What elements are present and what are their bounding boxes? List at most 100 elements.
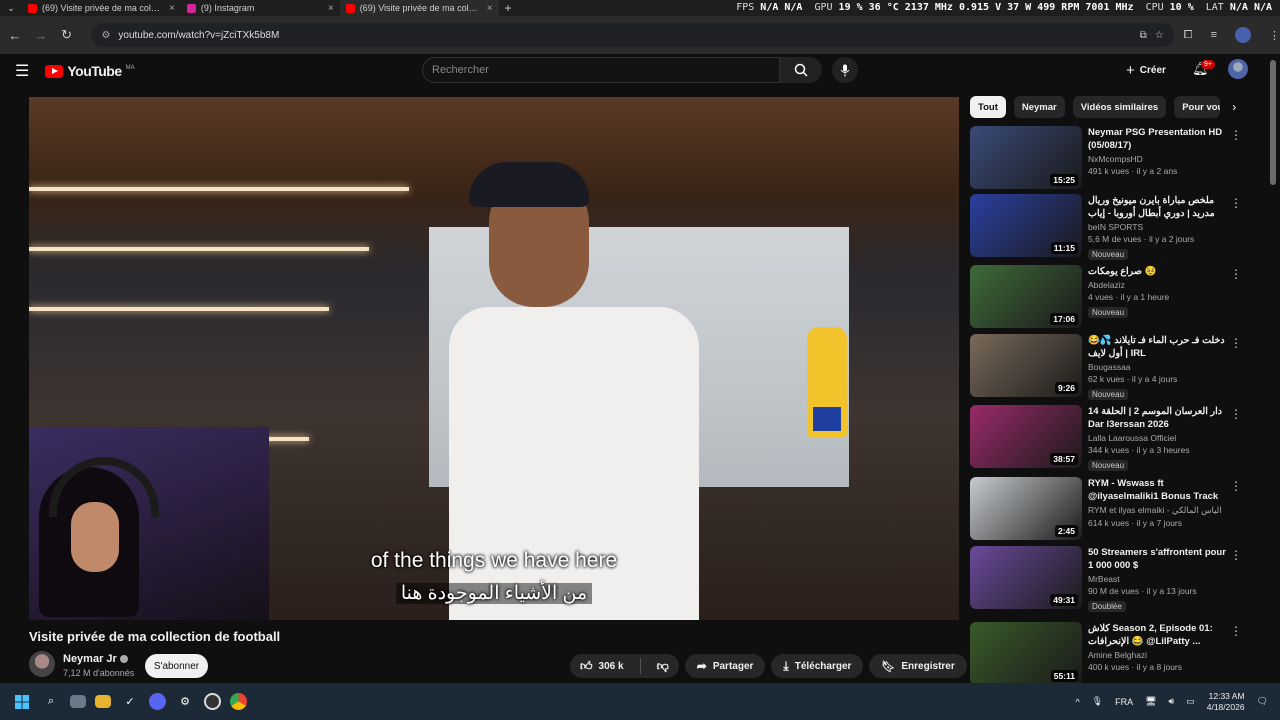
page-scrollbar[interactable] xyxy=(1270,60,1276,185)
recommendation-title[interactable]: ملخص مباراة بايرن ميونيخ وريال مدريد | د… xyxy=(1088,194,1228,220)
clock[interactable]: 12:33 AM 4/18/2026 xyxy=(1207,691,1245,713)
recommendation-channel[interactable]: Amine Belghazi xyxy=(1088,650,1228,660)
tab-list-button[interactable]: ⌄ xyxy=(0,3,22,14)
video-player[interactable]: of the things we have here من الأشياء ال… xyxy=(29,97,959,620)
recommendation-title[interactable]: 50 Streamers s'affrontent pour 1 000 000… xyxy=(1088,546,1228,572)
chevron-right-icon[interactable]: › xyxy=(1232,100,1236,114)
video-thumbnail[interactable]: 38:57 xyxy=(970,405,1082,468)
voice-search-button[interactable] xyxy=(832,57,858,83)
share-button[interactable]: ➦ Partager xyxy=(684,654,766,678)
share-arrow-icon: ➦ xyxy=(696,659,707,673)
channel-avatar[interactable] xyxy=(29,651,55,677)
obs-icon[interactable] xyxy=(204,693,221,710)
search-button[interactable] xyxy=(780,57,822,83)
video-thumbnail[interactable]: 11:15 xyxy=(970,194,1082,257)
more-vertical-icon[interactable]: ⋮ xyxy=(1230,267,1242,281)
video-thumbnail[interactable]: 17:06 xyxy=(970,265,1082,328)
chip-neymar[interactable]: Neymar xyxy=(1013,96,1065,118)
profile-avatar[interactable] xyxy=(1234,27,1251,43)
back-arrow-icon[interactable]: ← xyxy=(2,28,28,43)
subscribe-button[interactable]: S'abonner xyxy=(145,654,208,678)
recommendation-title[interactable]: دخلت فـ حرب الماء فـ تايلاند 💦😂 | أول لا… xyxy=(1088,334,1228,360)
extensions-icon[interactable]: ⧠ xyxy=(1184,29,1193,42)
task-view-icon[interactable] xyxy=(70,695,86,708)
search-input[interactable]: Rechercher xyxy=(422,57,780,83)
forward-arrow-icon[interactable]: → xyxy=(28,28,54,43)
battery-icon[interactable]: ▭ xyxy=(1186,696,1195,707)
browser-menu-icon[interactable]: ⋮ xyxy=(1269,29,1280,42)
recommendation-item[interactable]: 15:25 Neymar PSG Presentation HD (05/08/1… xyxy=(970,126,1245,190)
recommendation-channel[interactable]: Bougassaa xyxy=(1088,362,1228,372)
recommendation-channel[interactable]: MrBeast xyxy=(1088,574,1228,584)
save-button[interactable]: 🔖︎ Enregistrer xyxy=(869,654,967,678)
more-vertical-icon[interactable]: ⋮ xyxy=(1230,479,1242,493)
address-bar[interactable]: ⚙ youtube.com/watch?v=jZciTXk5b8M ⧉ ☆ xyxy=(91,23,1174,47)
recommendation-channel[interactable]: Lalla Laaroussa Officiel xyxy=(1088,433,1228,443)
recommendation-item[interactable]: 2:45 RYM - Wswass ft @ilyaselmaliki1 Bonu… xyxy=(970,477,1245,541)
youtube-logo[interactable]: YouTube MA xyxy=(45,63,135,79)
steam-icon[interactable]: ✓ xyxy=(120,692,140,712)
recommendation-title[interactable]: كلاش Season 2, Episode 01: الإنحرافات 😂 … xyxy=(1088,622,1228,648)
recommendation-item[interactable]: 17:06 صراع يومكات 🥹 Abdelaziz 4 vues · il y… xyxy=(970,265,1245,329)
reload-icon[interactable]: ↻ xyxy=(54,27,80,43)
close-tab-icon[interactable]: × xyxy=(487,3,493,14)
recommendation-channel[interactable]: NxMcompsHD xyxy=(1088,154,1228,164)
recommendation-item[interactable]: 55:11 كلاش Season 2, Episode 01: الإنحراف… xyxy=(970,622,1245,686)
recommendation-item[interactable]: 38:57 دار العرسان الموسم 2 | الحلقة 14 Da… xyxy=(970,405,1245,471)
browser-tab-3[interactable]: (69) Visite privée de ma collection de f… xyxy=(339,0,499,16)
search-icon[interactable]: ⌕ xyxy=(41,692,61,712)
settings-gear-icon[interactable]: ⚙ xyxy=(175,692,195,712)
windows-start-icon[interactable] xyxy=(12,692,32,712)
notification-center-icon[interactable]: 🗨︎ xyxy=(1257,696,1268,707)
video-thumbnail[interactable]: 2:45 xyxy=(970,477,1082,540)
chip-similar-videos[interactable]: Vidéos similaires xyxy=(1072,96,1167,118)
dislike-button[interactable]: 👎︎ xyxy=(647,654,679,678)
video-thumbnail[interactable]: 55:11 xyxy=(970,622,1082,685)
recommendation-channel[interactable]: Abdelaziz xyxy=(1088,280,1228,290)
video-thumbnail[interactable]: 49:31 xyxy=(970,546,1082,609)
browser-tab-1[interactable]: (69) Visite privée de ma collection de f… xyxy=(22,0,181,16)
download-button[interactable]: ⤓ Télécharger xyxy=(771,654,864,678)
recommendation-title[interactable]: Neymar PSG Presentation HD (05/08/17) xyxy=(1088,126,1228,152)
create-button[interactable]: + Créer xyxy=(1126,62,1166,79)
microphone-icon[interactable]: 🎙︎ xyxy=(1092,696,1103,707)
media-controls-icon[interactable]: ≡ xyxy=(1211,29,1217,41)
chip-for-you[interactable]: Pour vous xyxy=(1174,96,1221,118)
recommendation-title[interactable]: دار العرسان الموسم 2 | الحلقة 14 Dar l3e… xyxy=(1088,405,1228,431)
browser-tab-2[interactable]: (9) Instagram × xyxy=(181,0,340,16)
more-vertical-icon[interactable]: ⋮ xyxy=(1230,336,1242,350)
like-button[interactable]: 👍︎ 306 k xyxy=(570,654,634,678)
video-actions: 👍︎ 306 k 👎︎ ➦ Partager ⤓ Télécharger 🔖︎ … xyxy=(570,654,997,678)
input-language[interactable]: FRA xyxy=(1115,697,1133,707)
site-info-icon[interactable]: ⚙ xyxy=(101,30,110,41)
network-icon[interactable]: 🖥︎ xyxy=(1145,696,1156,707)
channel-name[interactable]: Neymar Jr xyxy=(63,653,128,665)
install-app-icon[interactable]: ⧉ xyxy=(1140,30,1147,41)
recommendation-item[interactable]: 11:15 ملخص مباراة بايرن ميونيخ وريال مدري… xyxy=(970,194,1245,260)
bookmark-star-icon[interactable]: ☆ xyxy=(1155,30,1164,41)
discord-icon[interactable] xyxy=(149,693,166,710)
volume-icon[interactable]: 🔊︎ xyxy=(1169,696,1175,707)
file-explorer-icon[interactable] xyxy=(95,695,111,708)
hamburger-menu-icon[interactable]: ☰ xyxy=(15,61,29,81)
more-vertical-icon[interactable]: ⋮ xyxy=(1230,624,1242,638)
account-avatar[interactable] xyxy=(1228,59,1248,79)
recommendation-title[interactable]: صراع يومكات 🥹 xyxy=(1088,265,1228,278)
chevron-up-icon[interactable]: ^ xyxy=(1075,697,1079,707)
close-tab-icon[interactable]: × xyxy=(328,3,334,14)
more-vertical-icon[interactable]: ⋮ xyxy=(1230,407,1242,421)
video-thumbnail[interactable]: 15:25 xyxy=(970,126,1082,189)
recommendation-item[interactable]: 49:31 50 Streamers s'affrontent pour 1 00… xyxy=(970,546,1245,612)
recommendation-channel[interactable]: RYM et ilyas elmaiki - الياس المالكي xyxy=(1088,505,1228,516)
more-vertical-icon[interactable]: ⋮ xyxy=(1230,196,1242,210)
chrome-icon[interactable] xyxy=(230,693,247,710)
close-tab-icon[interactable]: × xyxy=(169,3,175,14)
more-vertical-icon[interactable]: ⋮ xyxy=(1230,548,1242,562)
recommendation-channel[interactable]: beIN SPORTS xyxy=(1088,222,1228,232)
video-thumbnail[interactable]: 9:26 xyxy=(970,334,1082,397)
more-vertical-icon[interactable]: ⋮ xyxy=(1230,128,1242,142)
recommendation-title[interactable]: RYM - Wswass ft @ilyaselmaliki1 Bonus Tr… xyxy=(1088,477,1228,503)
recommendation-item[interactable]: 9:26 دخلت فـ حرب الماء فـ تايلاند 💦😂 | أو… xyxy=(970,334,1245,400)
new-tab-button[interactable]: + xyxy=(499,0,518,16)
chip-all[interactable]: Tout xyxy=(970,96,1006,118)
